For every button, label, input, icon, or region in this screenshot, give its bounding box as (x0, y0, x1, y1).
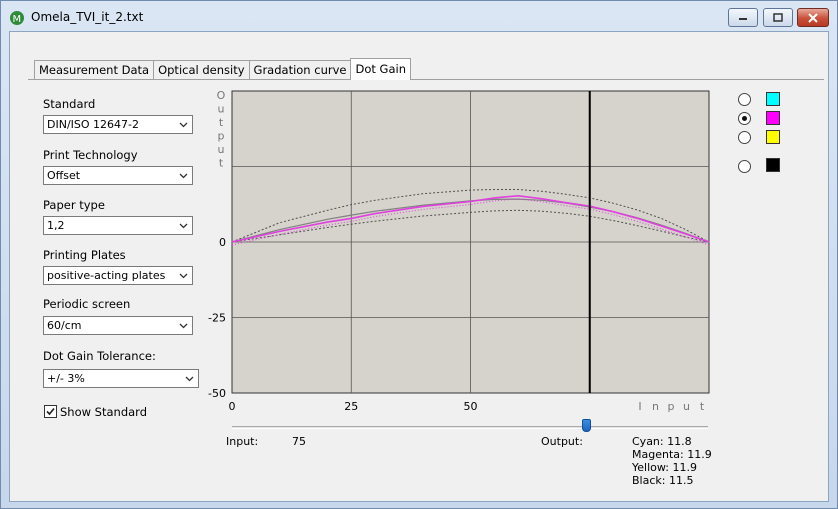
maximize-icon (773, 13, 783, 22)
y-axis-label-letter: u (218, 143, 225, 156)
y-axis-label-letter: p (218, 130, 225, 143)
dot-gain-chart: 0 25 500-25-50OutputI n p u t (208, 89, 710, 413)
x-axis-label-letter: p (668, 400, 675, 413)
input-slider-thumb[interactable] (582, 419, 591, 432)
input-value: 75 (292, 435, 306, 448)
window-title: Omela_TVI_it_2.txt (31, 10, 144, 24)
client-area: Measurement Data Optical density Gradati… (9, 31, 829, 502)
channel-radio-cyan[interactable] (738, 93, 751, 106)
output-magenta: Magenta: 11.9 (632, 448, 712, 461)
output-cyan: Cyan: 11.8 (632, 435, 692, 448)
y-tick-label: -25 (208, 312, 226, 325)
input-label: Input: (226, 435, 259, 448)
channel-radio-yellow[interactable] (738, 131, 751, 144)
close-button[interactable] (797, 8, 829, 27)
x-axis-label-letter: t (700, 400, 705, 413)
x-tick-label: 0 (229, 400, 236, 413)
channel-radio-black[interactable] (738, 160, 751, 173)
svg-text:M: M (13, 14, 22, 25)
x-tick-label: 25 (344, 400, 358, 413)
main-window: M Omela_TVI_it_2.txt Measurement Data Op… (0, 0, 838, 509)
y-axis-label-letter: O (217, 89, 226, 102)
x-axis-label-letter: u (683, 400, 690, 413)
cyan-swatch (766, 92, 780, 106)
output-yellow: Yellow: 11.9 (632, 461, 697, 474)
minimize-icon (739, 17, 747, 20)
x-tick-label: 50 (464, 400, 478, 413)
y-axis-label-letter: u (218, 103, 225, 116)
output-black: Black: 11.5 (632, 474, 694, 487)
minimize-button[interactable] (728, 8, 758, 27)
radio-selected-dot (742, 116, 747, 121)
y-axis-label-letter: t (219, 116, 224, 129)
x-axis-label-letter: n (652, 400, 659, 413)
y-axis-label-letter: t (219, 157, 224, 170)
maximize-button[interactable] (763, 8, 793, 27)
channel-radio-magenta[interactable] (738, 112, 751, 125)
magenta-swatch (766, 111, 780, 125)
input-slider-track[interactable] (232, 426, 708, 429)
black-swatch (766, 158, 780, 172)
yellow-swatch (766, 130, 780, 144)
omela-app-icon: M (10, 11, 24, 25)
y-tick-label: 0 (219, 236, 226, 249)
output-label: Output: (541, 435, 583, 448)
x-axis-label-letter: I (638, 400, 641, 413)
tab-dot-gain[interactable]: Dot Gain (350, 58, 411, 80)
title-bar[interactable]: M Omela_TVI_it_2.txt (1, 1, 837, 31)
y-tick-label: -50 (208, 387, 226, 400)
close-icon (808, 12, 818, 23)
